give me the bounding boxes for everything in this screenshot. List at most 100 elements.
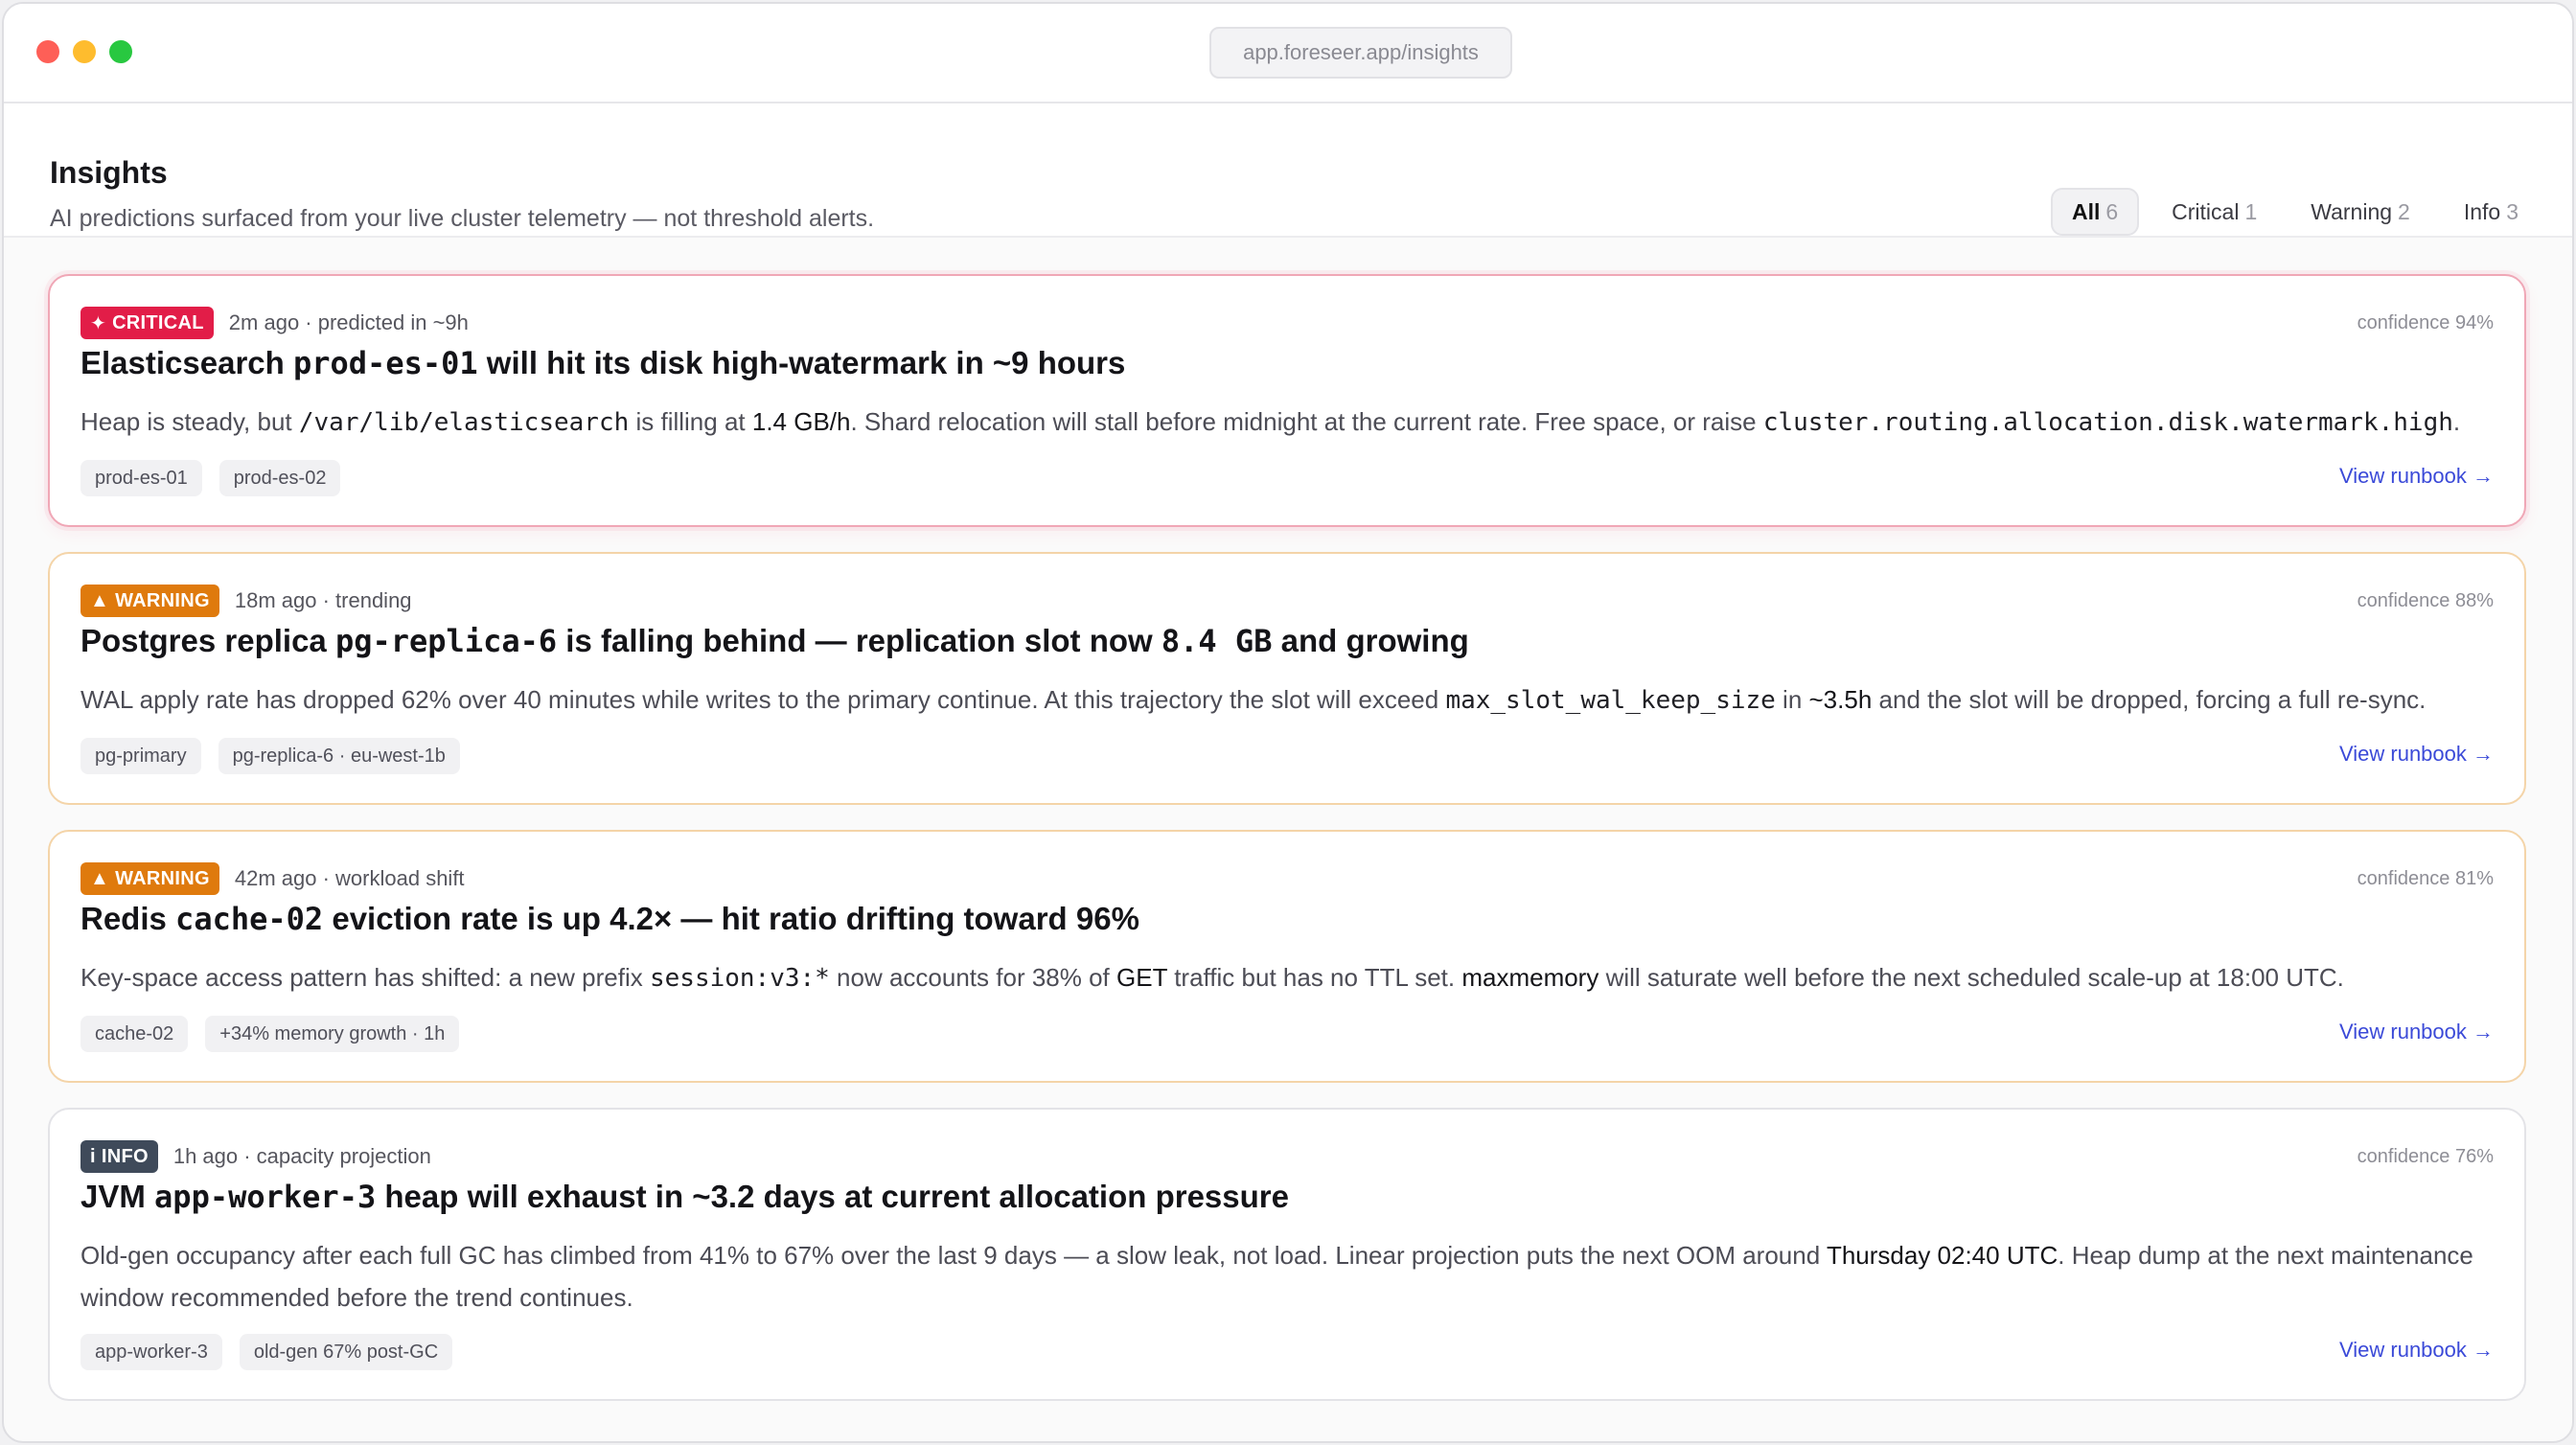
maximize-window-button[interactable] xyxy=(109,40,132,63)
body-text: WAL apply rate has dropped 62% over 40 m… xyxy=(80,685,1446,714)
resource-tag[interactable]: old-gen 67% post-GC xyxy=(239,1334,453,1370)
title-text: is falling behind — replication slot now xyxy=(557,623,1162,658)
title-text: heap will exhaust in ~3.2 days at curren… xyxy=(376,1179,1289,1214)
confidence-score: confidence 88% xyxy=(2357,590,2494,611)
filter-tab-label: Warning xyxy=(2311,198,2393,224)
severity-label: INFO xyxy=(101,1145,149,1167)
resource-tags: app-worker-3 old-gen 67% post-GC xyxy=(80,1334,453,1370)
insight-meta: ✦ CRITICAL 2m ago · predicted in ~9h xyxy=(80,307,469,339)
filter-tab-count: 6 xyxy=(2105,198,2119,224)
resource-tags: cache-02 +34% memory growth · 1h xyxy=(80,1016,460,1052)
body-text: and the slot will be dropped, forcing a … xyxy=(1872,685,2426,714)
resource-tag[interactable]: pg-replica-6 · eu-west-1b xyxy=(218,738,460,774)
severity-badge-info: i INFO xyxy=(80,1140,158,1173)
title-resource: prod-es-01 xyxy=(292,345,478,381)
warning-triangle-icon: ▲ xyxy=(90,589,110,611)
title-text: Postgres replica xyxy=(80,623,335,658)
body-emphasis: maxmemory xyxy=(1461,963,1599,992)
severity-badge-warning: ▲ WARNING xyxy=(80,585,219,617)
filter-tab-label: Critical xyxy=(2172,198,2240,224)
severity-label: WARNING xyxy=(115,589,210,611)
severity-badge-warning: ▲ WARNING xyxy=(80,862,219,895)
insight-timestamp: 1h ago · capacity projection xyxy=(172,1144,431,1168)
insight-description: Old-gen occupancy after each full GC has… xyxy=(80,1234,2494,1319)
body-text: Key-space access pattern has shifted: a … xyxy=(80,963,650,992)
minimize-window-button[interactable] xyxy=(73,40,96,63)
insight-description: Heap is steady, but /var/lib/elasticsear… xyxy=(80,401,2494,444)
body-emphasis: Thursday 02:40 UTC xyxy=(1826,1241,2058,1270)
info-icon: i xyxy=(90,1145,96,1167)
insight-card[interactable]: i INFO 1h ago · capacity projection conf… xyxy=(48,1108,2526,1401)
page-title: Insights xyxy=(50,155,168,190)
title-text: eviction rate is up 4.2× — hit ratio dri… xyxy=(323,901,1139,936)
title-text: JVM xyxy=(80,1179,155,1214)
body-emphasis: 1.4 GB/h xyxy=(751,407,851,436)
resource-tag[interactable]: prod-es-01 xyxy=(80,460,202,496)
resource-tags: pg-primary pg-replica-6 · eu-west-1b xyxy=(80,738,460,774)
resource-tags: prod-es-01 prod-es-02 xyxy=(80,460,341,496)
page-subtitle: AI predictions surfaced from your live c… xyxy=(50,205,875,232)
filter-tab-critical[interactable]: Critical 1 xyxy=(2150,188,2278,236)
warning-triangle-icon: ▲ xyxy=(90,867,110,889)
title-value: 8.4 GB xyxy=(1161,623,1273,659)
body-text: is filling at xyxy=(629,407,752,436)
body-text: traffic but has no TTL set. xyxy=(1166,963,1462,992)
confidence-score: confidence 94% xyxy=(2357,312,2494,333)
filter-tab-warning[interactable]: Warning 2 xyxy=(2289,188,2431,236)
filter-tab-all[interactable]: All 6 xyxy=(2050,188,2140,236)
severity-label: CRITICAL xyxy=(112,311,204,333)
insight-timestamp: 2m ago · predicted in ~9h xyxy=(228,310,469,334)
title-resource: app-worker-3 xyxy=(154,1179,377,1215)
url-bar[interactable]: app.foreseer.app/insights xyxy=(1209,27,1512,79)
body-code: /var/lib/elasticsearch xyxy=(298,408,630,437)
insight-card[interactable]: ▲ WARNING 42m ago · workload shift confi… xyxy=(48,830,2526,1083)
body-text: . xyxy=(2452,407,2461,436)
insight-timestamp: 42m ago · workload shift xyxy=(234,866,465,890)
body-text: will saturate well before the next sched… xyxy=(1598,963,2344,992)
insight-list: ✦ CRITICAL 2m ago · predicted in ~9h con… xyxy=(48,274,2526,1426)
body-text: . Shard relocation will stall before mid… xyxy=(850,407,1763,436)
body-text: now accounts for 38% of xyxy=(829,963,1116,992)
filter-tab-label: All xyxy=(2071,198,2101,224)
body-text: in xyxy=(1775,685,1809,714)
close-window-button[interactable] xyxy=(36,40,59,63)
resource-tag[interactable]: app-worker-3 xyxy=(80,1334,222,1370)
insight-title: JVM app-worker-3 heap will exhaust in ~3… xyxy=(80,1179,1289,1215)
page-header: Insights AI predictions surfaced from yo… xyxy=(4,103,2572,238)
title-resource: cache-02 xyxy=(175,901,324,937)
title-text: and growing xyxy=(1272,623,1469,658)
resource-tag[interactable]: pg-primary xyxy=(80,738,201,774)
body-emphasis: GET xyxy=(1116,963,1167,992)
view-runbook-link[interactable]: View runbook → xyxy=(2339,1338,2494,1363)
title-text: will hit its disk high-watermark in ~9 h… xyxy=(477,345,1126,380)
body-text: Old-gen occupancy after each full GC has… xyxy=(80,1241,1827,1270)
body-code: max_slot_wal_keep_size xyxy=(1445,686,1776,715)
sparkle-icon: ✦ xyxy=(90,312,107,334)
title-text: Redis xyxy=(80,901,176,936)
title-resource: pg-replica-6 xyxy=(334,623,558,659)
insight-card[interactable]: ▲ WARNING 18m ago · trending confidence … xyxy=(48,552,2526,805)
insight-title: Elasticsearch prod-es-01 will hit its di… xyxy=(80,345,1125,381)
view-runbook-link[interactable]: View runbook → xyxy=(2339,464,2494,489)
insight-timestamp: 18m ago · trending xyxy=(234,588,412,612)
title-text: Elasticsearch xyxy=(80,345,293,380)
filter-tab-count: 1 xyxy=(2244,198,2258,224)
insight-title: Redis cache-02 eviction rate is up 4.2× … xyxy=(80,901,1139,937)
confidence-score: confidence 76% xyxy=(2357,1146,2494,1167)
filter-tab-info[interactable]: Info 3 xyxy=(2443,188,2540,236)
resource-tag[interactable]: prod-es-02 xyxy=(218,460,341,496)
severity-badge-critical: ✦ CRITICAL xyxy=(80,307,214,339)
insight-meta: ▲ WARNING 18m ago · trending xyxy=(80,585,412,617)
filter-tab-count: 3 xyxy=(2506,198,2518,224)
insight-card[interactable]: ✦ CRITICAL 2m ago · predicted in ~9h con… xyxy=(48,274,2526,527)
resource-tag[interactable]: cache-02 xyxy=(80,1016,189,1052)
severity-filter-tabs: All 6 Critical 1 Warning 2 Info 3 xyxy=(2050,188,2540,236)
resource-tag[interactable]: +34% memory growth · 1h xyxy=(205,1016,460,1052)
insight-description: Key-space access pattern has shifted: a … xyxy=(80,956,2494,999)
view-runbook-link[interactable]: View runbook → xyxy=(2339,742,2494,767)
view-runbook-link[interactable]: View runbook → xyxy=(2339,1020,2494,1044)
body-text: Heap is steady, but xyxy=(80,407,299,436)
confidence-score: confidence 81% xyxy=(2357,868,2494,889)
body-code: session:v3:* xyxy=(649,964,830,993)
body-code: cluster.routing.allocation.disk.watermar… xyxy=(1762,408,2453,437)
